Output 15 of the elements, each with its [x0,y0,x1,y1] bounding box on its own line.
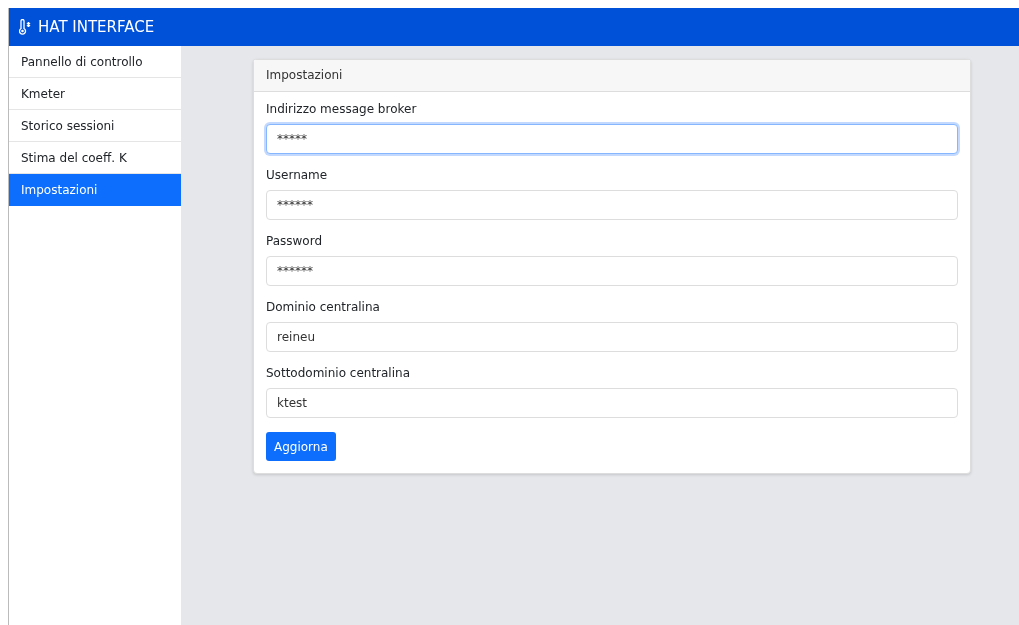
field-label: Dominio centralina [266,300,380,314]
card-title: Impostazioni [254,60,970,92]
input-field[interactable]: ****** [266,190,958,220]
field-label: Sottodominio centralina [266,366,410,380]
thermometer-icon [19,19,32,35]
input-field[interactable]: ktest [266,388,958,418]
field-label: Password [266,234,323,248]
sidebar-item[interactable]: Impostazioni [9,174,181,206]
update-button[interactable]: Aggiorna [266,432,336,461]
input-field[interactable]: ****** [266,256,958,286]
app-title: HAT INTERFACE [38,18,155,36]
field-label: Indirizzo message broker [266,102,417,116]
input-field[interactable]: ***** [266,124,958,154]
input-field[interactable]: reineu [266,322,958,352]
field-label: Username [266,168,328,182]
